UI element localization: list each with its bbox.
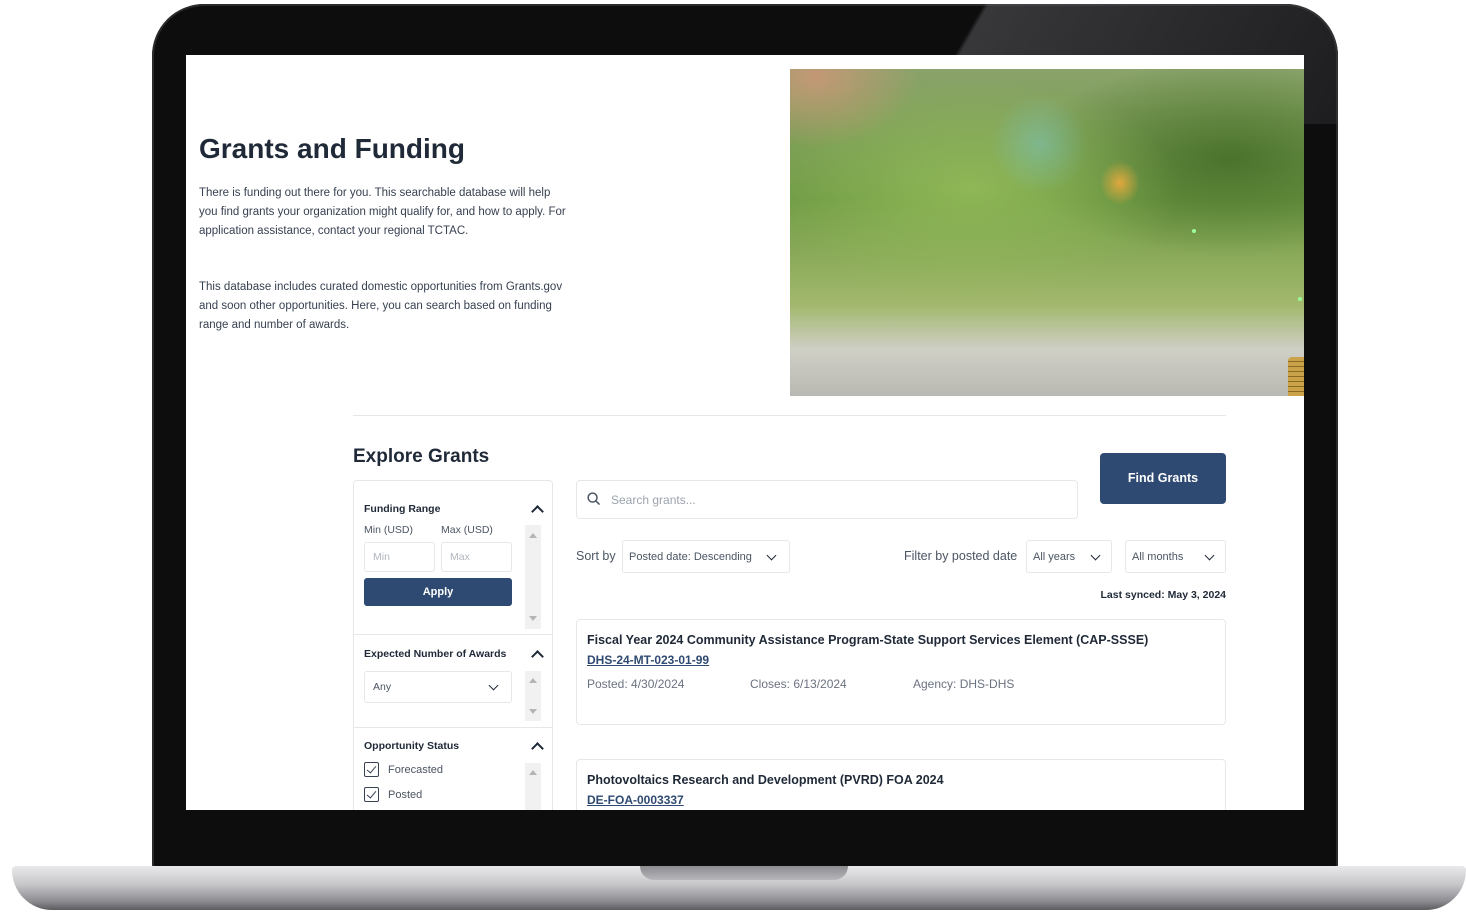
filter-separator: [354, 634, 552, 635]
chevron-down-icon: [766, 550, 777, 561]
browser-screen: Grants and Funding There is funding out …: [186, 55, 1304, 810]
apply-button[interactable]: Apply: [364, 578, 512, 606]
posted-checkbox[interactable]: [364, 787, 379, 802]
chevron-up-icon[interactable]: [531, 505, 544, 518]
max-usd-label: Max (USD): [441, 524, 493, 536]
explore-grants-title: Explore Grants: [353, 446, 490, 467]
laptop-notch: [640, 866, 848, 880]
search-bar[interactable]: [576, 480, 1078, 519]
grant-title: Photovoltaics Research and Development (…: [587, 773, 944, 787]
grant-close-date: Closes: 6/13/2024: [750, 677, 847, 691]
filter-separator: [354, 727, 552, 728]
hero-image: [790, 69, 1304, 396]
min-usd-input[interactable]: Min: [364, 542, 435, 572]
search-input[interactable]: [611, 481, 1061, 518]
scroll-up-icon[interactable]: [529, 678, 537, 683]
scroll-up-icon[interactable]: [529, 770, 537, 775]
chevron-up-icon[interactable]: [531, 742, 544, 755]
chevron-down-icon: [1090, 550, 1101, 561]
scroll-up-icon[interactable]: [529, 533, 537, 538]
coin-stack-image: [1288, 357, 1304, 396]
forecasted-label: Forecasted: [388, 764, 444, 776]
grant-title: Fiscal Year 2024 Community Assistance Pr…: [587, 633, 1149, 647]
grant-id-link[interactable]: DHS-24-MT-023-01-99: [587, 653, 709, 667]
scroll-down-icon[interactable]: [529, 709, 537, 714]
chevron-down-icon: [1204, 550, 1215, 561]
month-dropdown[interactable]: All months: [1125, 540, 1226, 573]
sort-value: Posted date: Descending: [629, 551, 752, 563]
funding-scrollbar[interactable]: [525, 525, 541, 629]
awards-select-value: Any: [373, 681, 392, 693]
scroll-down-icon[interactable]: [529, 616, 537, 621]
status-heading: Opportunity Status: [364, 740, 460, 752]
page-title: Grants and Funding: [199, 133, 465, 164]
status-scrollbar[interactable]: [525, 763, 541, 810]
awards-heading: Expected Number of Awards: [364, 648, 507, 660]
find-grants-button[interactable]: Find Grants: [1100, 453, 1226, 504]
filter-date-label: Filter by posted date: [904, 549, 1018, 563]
sort-dropdown[interactable]: Posted date: Descending: [622, 540, 790, 573]
grant-card[interactable]: Photovoltaics Research and Development (…: [576, 759, 1226, 810]
light-sparkle: [1298, 297, 1302, 301]
section-divider: [353, 415, 1226, 416]
forecasted-checkbox[interactable]: [364, 762, 379, 777]
intro-paragraph-2: This database includes curated domestic …: [199, 281, 563, 331]
year-value: All years: [1033, 551, 1076, 563]
grant-id-link[interactable]: DE-FOA-0003337: [587, 793, 684, 807]
year-dropdown[interactable]: All years: [1026, 540, 1112, 573]
chevron-up-icon[interactable]: [531, 650, 544, 663]
posted-label: Posted: [388, 789, 423, 801]
search-icon: [587, 492, 600, 505]
awards-select[interactable]: Any: [364, 671, 512, 703]
intro-paragraph-1: There is funding out there for you. This…: [199, 187, 566, 237]
max-usd-input[interactable]: Max: [441, 542, 512, 572]
light-sparkle: [1192, 229, 1196, 233]
grant-agency: Agency: DHS-DHS: [913, 677, 1015, 691]
awards-scrollbar[interactable]: [525, 671, 541, 721]
sort-label: Sort by: [576, 549, 616, 563]
chevron-down-icon: [488, 680, 499, 691]
grant-card[interactable]: Fiscal Year 2024 Community Assistance Pr…: [576, 619, 1226, 725]
funding-range-heading: Funding Range: [364, 503, 441, 515]
last-synced-text: Last synced: May 3, 2024: [1100, 589, 1226, 601]
filter-sidebar: Funding Range Min (USD) Max (USD) Min Ma…: [353, 480, 553, 810]
grant-posted-date: Posted: 4/30/2024: [587, 677, 685, 691]
month-value: All months: [1132, 551, 1184, 563]
min-usd-label: Min (USD): [364, 524, 413, 536]
